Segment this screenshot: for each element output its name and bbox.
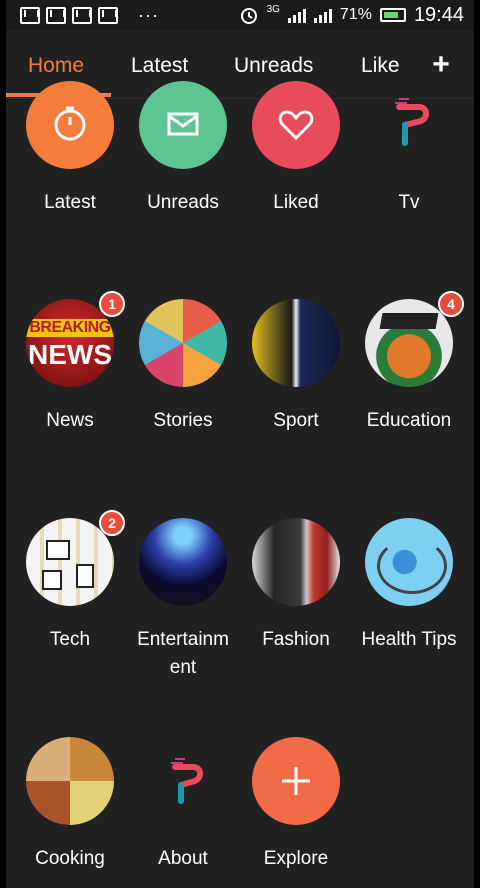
tab-home[interactable]: Home — [28, 54, 84, 78]
gmail-icon — [20, 6, 40, 24]
gmail-icon — [98, 6, 118, 24]
signal-icon — [287, 7, 306, 23]
cooking-image — [26, 737, 114, 825]
grid-item-stories[interactable]: Stories — [127, 299, 239, 435]
clock: 19:44 — [413, 3, 464, 26]
status-bar: ··· 3G 71% 19:44 — [6, 0, 474, 30]
grid-item-label: Latest — [44, 192, 96, 213]
news-image: BREAKING NEWS — [26, 299, 114, 387]
health-tips-image — [365, 518, 453, 606]
unread-badge: 1 — [99, 291, 125, 317]
grid-item-label: News — [46, 410, 94, 431]
tab-latest[interactable]: Latest — [131, 54, 188, 78]
p-logo-icon — [171, 758, 203, 804]
battery-percent: 71% — [339, 6, 372, 23]
grid-item-label: Liked — [273, 192, 319, 213]
grid-item-education[interactable]: 4 Education — [353, 291, 465, 435]
tab-like[interactable]: Like — [361, 54, 406, 78]
stopwatch-icon — [54, 106, 86, 141]
unread-badge: 4 — [438, 291, 464, 317]
grid-item-fashion[interactable]: Fashion — [240, 518, 352, 654]
grid-item-label: Health Tips — [361, 629, 457, 650]
tab-unreads[interactable]: Unreads — [234, 54, 313, 78]
sport-image — [252, 299, 340, 387]
alarm-icon — [240, 8, 257, 24]
p-logo-icon — [395, 98, 429, 146]
grid-item-label: Cooking — [35, 848, 105, 869]
plus-icon — [282, 767, 310, 795]
unread-badge: 2 — [99, 510, 125, 536]
network-type: 3G — [266, 3, 280, 15]
more-notifications-icon: ··· — [138, 5, 159, 25]
grid-item-explore[interactable]: Explore — [240, 737, 352, 873]
grid-item-tv[interactable]: Tv — [353, 81, 465, 217]
grid-item-label: Tech — [49, 629, 91, 650]
grid-item-label: Stories — [153, 410, 213, 431]
tech-image — [26, 518, 114, 606]
explore-circle — [252, 737, 340, 825]
grid-item-tech[interactable]: 2 Tech — [14, 510, 126, 654]
grid-item-label: Unreads — [147, 192, 219, 213]
grid-item-liked[interactable]: Liked — [240, 81, 352, 217]
battery-icon — [379, 8, 406, 22]
grid-item-label: Education — [366, 410, 452, 431]
add-tab-button[interactable]: + — [426, 50, 456, 80]
about-circle — [139, 737, 227, 825]
grid-item-latest[interactable]: Latest — [14, 81, 126, 217]
grid-item-sport[interactable]: Sport — [240, 299, 352, 435]
unreads-circle — [139, 81, 227, 169]
grid-item-unreads[interactable]: Unreads — [127, 81, 239, 217]
grid-item-label: Tv — [398, 192, 420, 213]
grid-item-label: Entertainm ent — [137, 629, 229, 678]
grid-item-entertainment[interactable]: Entertainm ent — [127, 518, 239, 682]
grid-item-health-tips[interactable]: Health Tips — [353, 518, 465, 654]
education-image — [365, 299, 453, 387]
grid-item-cooking[interactable]: Cooking — [14, 737, 126, 873]
liked-circle — [252, 81, 340, 169]
heart-icon — [278, 110, 314, 141]
gmail-icon — [46, 6, 66, 24]
tv-circle — [365, 81, 453, 169]
mail-icon — [167, 112, 199, 136]
app-frame: ··· 3G 71% 19:44 Home Latest Unreads Lik… — [6, 0, 474, 888]
stories-image — [139, 299, 227, 387]
grid-item-about[interactable]: About — [127, 737, 239, 873]
grid-item-news[interactable]: BREAKING NEWS 1 News — [14, 291, 126, 435]
fashion-image — [252, 518, 340, 606]
grid-item-label: Sport — [273, 410, 319, 431]
grid-item-label: About — [158, 848, 208, 869]
signal-icon — [313, 7, 332, 23]
gmail-icon — [72, 6, 92, 24]
grid-item-label: Explore — [263, 848, 329, 869]
latest-circle — [26, 81, 114, 169]
entertainment-image — [139, 518, 227, 606]
grid-item-label: Fashion — [262, 629, 330, 650]
